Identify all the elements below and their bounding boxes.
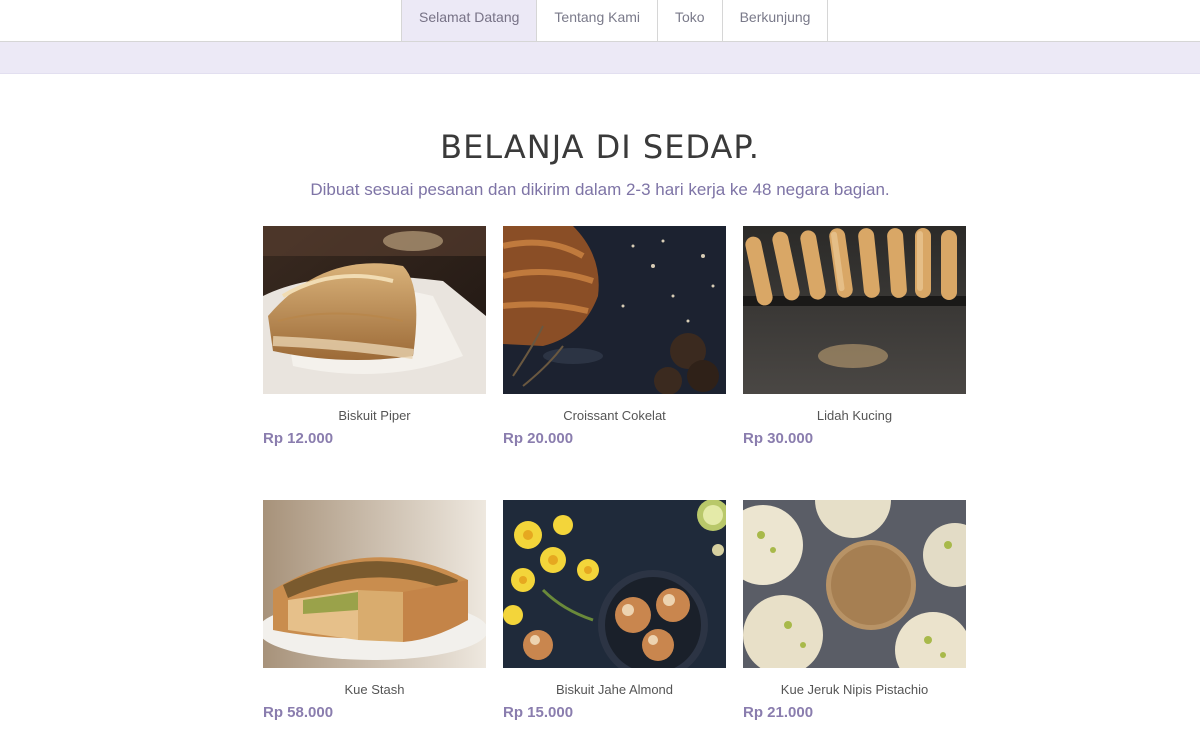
top-navigation: Selamat Datang Tentang Kami Toko Berkunj… (0, 0, 1200, 42)
nav-tabs: Selamat Datang Tentang Kami Toko Berkunj… (401, 0, 829, 41)
tab-toko[interactable]: Toko (657, 0, 722, 41)
header-band (0, 42, 1200, 74)
product-name[interactable]: Biskuit Piper (263, 408, 486, 423)
tart-slice-photo[interactable] (263, 500, 486, 668)
product-card[interactable]: Croissant Cokelat Rp 20.000 (503, 226, 726, 447)
product-card[interactable]: Kue Jeruk Nipis Pistachio Rp 21.000 (743, 500, 966, 721)
product-price: Rp 20.000 (503, 430, 574, 447)
product-price: Rp 30.000 (743, 430, 814, 447)
product-card[interactable]: Biskuit Jahe Almond Rp 15.000 (503, 500, 726, 721)
page-title: BELANJA DI SEDAP. (440, 128, 760, 166)
almond-biscuits-photo[interactable] (503, 500, 726, 668)
product-card[interactable]: Lidah Kucing Rp 30.000 (743, 226, 966, 447)
product-price: Rp 12.000 (263, 430, 334, 447)
page-subtitle: Dibuat sesuai pesanan dan dikirim dalam … (310, 180, 890, 199)
product-name[interactable]: Kue Jeruk Nipis Pistachio (743, 682, 966, 697)
product-name[interactable]: Croissant Cokelat (503, 408, 726, 423)
tab-berkunjung[interactable]: Berkunjung (721, 0, 829, 41)
product-price: Rp 58.000 (263, 704, 334, 721)
croissant-photo[interactable] (503, 226, 726, 394)
product-price: Rp 15.000 (503, 704, 574, 721)
product-card[interactable]: Kue Stash Rp 58.000 (263, 500, 486, 721)
bread-loaf-photo[interactable] (263, 226, 486, 394)
tab-selamat-datang[interactable]: Selamat Datang (401, 0, 537, 41)
tab-tentang-kami[interactable]: Tentang Kami (536, 0, 657, 41)
product-price: Rp 21.000 (743, 704, 814, 721)
pistachio-cookies-photo[interactable] (743, 500, 966, 668)
product-name[interactable]: Biskuit Jahe Almond (503, 682, 726, 697)
product-name[interactable]: Kue Stash (263, 682, 486, 697)
product-card[interactable]: Biskuit Piper Rp 12.000 (263, 226, 486, 447)
ladyfinger-cookies-photo[interactable] (743, 226, 966, 394)
product-name[interactable]: Lidah Kucing (743, 408, 966, 423)
